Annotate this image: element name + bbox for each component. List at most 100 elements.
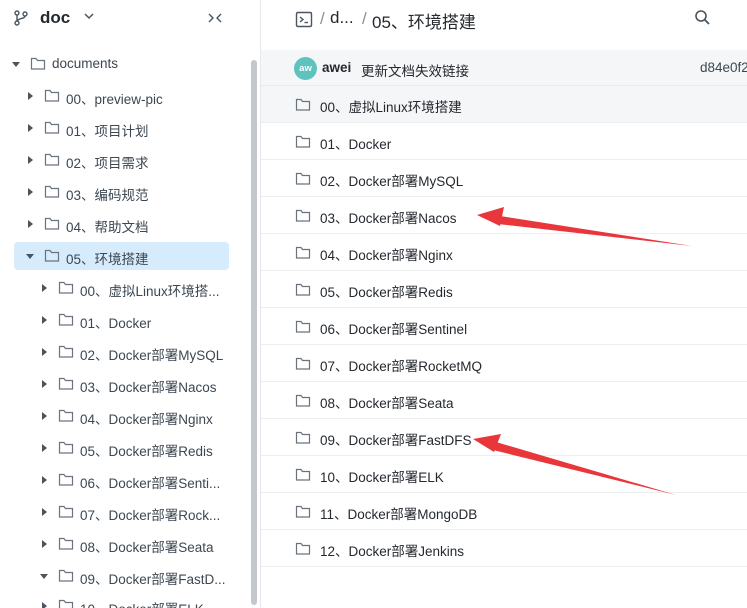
file-name[interactable]: 07、Docker部署RocketMQ [320, 355, 482, 375]
file-row[interactable]: 03、Docker部署Nacos [261, 197, 747, 234]
file-name[interactable]: 10、Docker部署ELK [320, 466, 444, 486]
file-row[interactable]: 05、Docker部署Redis [261, 271, 747, 308]
caret-right-icon[interactable] [25, 91, 35, 101]
file-name[interactable]: 05、Docker部署Redis [320, 281, 453, 301]
latest-commit-bar: aw awei 更新文档失效链接 d84e0f2 [261, 50, 747, 86]
tree-item[interactable]: 04、帮助文档 [14, 210, 229, 238]
folder-icon [44, 249, 60, 262]
folder-icon [30, 57, 46, 70]
file-name[interactable]: 02、Docker部署MySQL [320, 170, 463, 190]
tree-item-label: 03、编码规范 [66, 188, 149, 203]
caret-down-icon[interactable] [11, 59, 21, 69]
breadcrumb-parent[interactable]: d... [330, 8, 354, 28]
file-row[interactable]: 12、Docker部署Jenkins [261, 530, 747, 567]
tree-child-item[interactable]: 08、Docker部署Seata [28, 530, 238, 558]
tree-item[interactable]: 00、preview-pic [14, 82, 229, 110]
file-name[interactable]: 04、Docker部署Nginx [320, 244, 453, 264]
tree-item-active[interactable]: 05、环境搭建 [14, 242, 229, 270]
caret-right-icon[interactable] [39, 315, 49, 325]
tree-child-item[interactable]: 10、Docker部署ELK [28, 592, 238, 608]
caret-right-icon[interactable] [39, 601, 49, 608]
collapse-sidebar-icon[interactable] [207, 11, 223, 25]
folder-icon [295, 431, 311, 444]
search-icon[interactable] [694, 9, 711, 26]
tree-child-label: 01、Docker [80, 316, 152, 331]
file-row[interactable]: 08、Docker部署Seata [261, 382, 747, 419]
tree-child-item[interactable]: 05、Docker部署Redis [28, 434, 238, 462]
folder-icon [58, 409, 74, 422]
tree-item-label: 01、项目计划 [66, 124, 149, 139]
repo-name[interactable]: doc [40, 8, 70, 28]
caret-right-icon[interactable] [39, 411, 49, 421]
tree-child-label: 10、Docker部署ELK [80, 598, 240, 608]
tree-child-item[interactable]: 03、Docker部署Nacos [28, 370, 238, 398]
file-row[interactable]: 04、Docker部署Nginx [261, 234, 747, 271]
tree-child-item[interactable]: 01、Docker [28, 306, 238, 334]
folder-icon [44, 89, 60, 102]
file-name[interactable]: 03、Docker部署Nacos [320, 207, 457, 227]
caret-right-icon[interactable] [39, 443, 49, 453]
file-name[interactable]: 11、Docker部署MongoDB [320, 503, 477, 523]
file-row[interactable]: 01、Docker [261, 123, 747, 160]
folder-icon [44, 121, 60, 134]
folder-icon [44, 217, 60, 230]
file-row[interactable]: 10、Docker部署ELK [261, 456, 747, 493]
file-name[interactable]: 12、Docker部署Jenkins [320, 540, 464, 560]
caret-right-icon[interactable] [39, 507, 49, 517]
caret-right-icon[interactable] [39, 539, 49, 549]
folder-icon [44, 153, 60, 166]
tree-child-label: 02、Docker部署MySQL [80, 348, 224, 363]
caret-right-icon[interactable] [25, 219, 35, 229]
file-name[interactable]: 06、Docker部署Sentinel [320, 318, 467, 338]
caret-right-icon[interactable] [39, 475, 49, 485]
file-row[interactable]: 09、Docker部署FastDFS [261, 419, 747, 456]
tree-child-item[interactable]: 06、Docker部署Senti... [28, 466, 238, 494]
file-name[interactable]: 08、Docker部署Seata [320, 392, 454, 412]
caret-right-icon[interactable] [25, 123, 35, 133]
repo-home-icon[interactable] [295, 11, 313, 28]
commit-hash[interactable]: d84e0f2 [700, 60, 747, 75]
breadcrumb-separator: / [320, 9, 325, 28]
folder-icon [295, 357, 311, 370]
tree-root-documents[interactable]: documents [0, 50, 250, 78]
tree-child-item[interactable]: 02、Docker部署MySQL [28, 338, 238, 366]
caret-down-icon[interactable] [39, 571, 49, 581]
chevron-down-icon[interactable] [82, 9, 96, 23]
folder-icon [58, 569, 74, 582]
caret-right-icon[interactable] [25, 155, 35, 165]
caret-right-icon[interactable] [25, 187, 35, 197]
folder-icon [295, 542, 311, 555]
tree-item[interactable]: 02、项目需求 [14, 146, 229, 174]
tree-item[interactable]: 01、项目计划 [14, 114, 229, 142]
folder-icon [295, 172, 311, 185]
tree-child-label: 06、Docker部署Senti... [80, 476, 221, 491]
folder-icon [295, 246, 311, 259]
tree-child-item[interactable]: 07、Docker部署Rock... [28, 498, 238, 526]
file-name[interactable]: 09、Docker部署FastDFS [320, 429, 472, 449]
tree-child-label: 04、Docker部署Nginx [80, 412, 213, 427]
tree-child-item[interactable]: 00、虚拟Linux环境搭... [28, 274, 238, 302]
git-branch-icon [14, 10, 28, 26]
avatar[interactable]: aw [294, 57, 317, 80]
caret-right-icon[interactable] [39, 347, 49, 357]
file-row[interactable]: 07、Docker部署RocketMQ [261, 345, 747, 382]
folder-icon [295, 394, 311, 407]
tree-child-label: 07、Docker部署Rock... [80, 508, 221, 523]
file-row[interactable]: 06、Docker部署Sentinel [261, 308, 747, 345]
tree-child-item[interactable]: 09、Docker部署FastD... [28, 562, 238, 590]
sidebar-scrollbar[interactable] [251, 60, 257, 605]
commit-message[interactable]: 更新文档失效链接 [361, 60, 469, 80]
file-row[interactable]: 02、Docker部署MySQL [261, 160, 747, 197]
tree-child-label: 00、虚拟Linux环境搭... [80, 284, 220, 299]
file-row[interactable]: 11、Docker部署MongoDB [261, 493, 747, 530]
tree-item[interactable]: 03、编码规范 [14, 178, 229, 206]
caret-right-icon[interactable] [39, 283, 49, 293]
file-name[interactable]: 01、Docker [320, 133, 391, 153]
file-row[interactable]: 00、虚拟Linux环境搭建 [261, 86, 747, 123]
caret-right-icon[interactable] [39, 379, 49, 389]
commit-author[interactable]: awei [322, 60, 351, 75]
file-name[interactable]: 00、虚拟Linux环境搭建 [320, 96, 462, 116]
tree-child-item[interactable]: 04、Docker部署Nginx [28, 402, 238, 430]
folder-icon [295, 468, 311, 481]
caret-down-icon[interactable] [25, 251, 35, 261]
